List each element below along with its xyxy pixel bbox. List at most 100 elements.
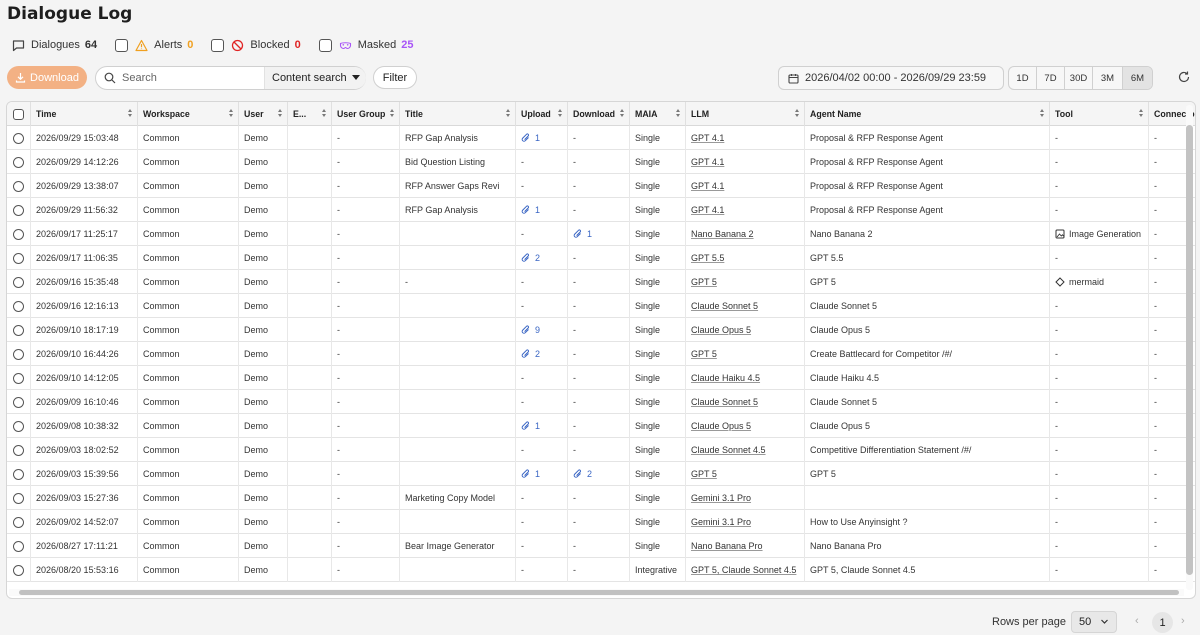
column-header-download[interactable]: Download — [568, 102, 630, 126]
sort-icon[interactable] — [1139, 109, 1144, 119]
cell-llm-text[interactable]: Claude Sonnet 5 — [691, 397, 758, 407]
cell-llm-text[interactable]: Claude Opus 5 — [691, 421, 751, 431]
table-row[interactable]: 2026/09/03 15:39:56 Common Demo - 1 2 Single GP… — [7, 462, 1195, 486]
table-row[interactable]: 2026/09/10 16:44:26 Common Demo - 2 - Single GP… — [7, 342, 1195, 366]
sort-icon[interactable] — [558, 109, 563, 119]
next-page-button[interactable]: › — [1181, 615, 1185, 627]
previous-page-button[interactable]: ‹ — [1135, 615, 1139, 627]
sort-icon[interactable] — [390, 109, 395, 119]
column-header-workspace[interactable]: Workspace — [138, 102, 239, 126]
cell-llm-text[interactable]: Claude Sonnet 4.5 — [691, 445, 766, 455]
cell-llm-text[interactable]: Nano Banana 2 — [691, 229, 754, 239]
filter-button[interactable]: Filter — [373, 66, 417, 89]
sort-icon[interactable] — [128, 109, 133, 119]
stat-blocked[interactable]: Blocked 0 — [211, 38, 301, 52]
column-header-agent-name[interactable]: Agent Name — [805, 102, 1050, 126]
table-row[interactable]: 2026/09/29 14:12:26 Common Demo - Bid Questi… — [7, 150, 1195, 174]
table-row[interactable]: 2026/09/17 11:06:35 Common Demo - 2 - Single GP… — [7, 246, 1195, 270]
column-header-e[interactable]: E... — [288, 102, 332, 126]
vertical-scrollbar-thumb[interactable] — [1186, 125, 1193, 575]
row-checkbox[interactable] — [13, 180, 24, 192]
row-checkbox[interactable] — [13, 228, 24, 240]
refresh-icon[interactable] — [1177, 70, 1191, 84]
cell-select[interactable] — [7, 126, 31, 150]
row-checkbox[interactable] — [13, 324, 24, 336]
blocked-checkbox[interactable] — [211, 38, 225, 52]
cell-llm-text[interactable]: GPT 5, Claude Sonnet 4.5 — [691, 565, 796, 575]
row-checkbox[interactable] — [13, 540, 24, 552]
cell-llm-text[interactable]: GPT 4.1 — [691, 205, 724, 215]
cell-select[interactable] — [7, 294, 31, 318]
cell-llm-text[interactable]: Gemini 3.1 Pro — [691, 493, 751, 503]
cell-llm-text[interactable]: GPT 5 — [691, 469, 717, 479]
range-6m[interactable]: 6M — [1123, 67, 1152, 89]
cell-select[interactable] — [7, 462, 31, 486]
column-header-title[interactable]: Title — [400, 102, 516, 126]
cell-select[interactable] — [7, 150, 31, 174]
cell-upload[interactable]: 1 — [516, 198, 568, 222]
table-row[interactable]: 2026/09/03 18:02:52 Common Demo - - - Single Cl… — [7, 438, 1195, 462]
row-checkbox[interactable] — [13, 492, 24, 504]
row-checkbox[interactable] — [13, 444, 24, 456]
cell-select[interactable] — [7, 342, 31, 366]
table-row[interactable]: 2026/09/16 15:35:48 Common Demo - - - - Single G… — [7, 270, 1195, 294]
stat-masked[interactable]: Masked 25 — [318, 38, 413, 52]
cell-select[interactable] — [7, 414, 31, 438]
row-checkbox[interactable] — [13, 396, 24, 408]
cell-upload[interactable]: 1 — [516, 462, 568, 486]
cell-select[interactable] — [7, 246, 31, 270]
table-row[interactable]: 2026/09/08 10:38:32 Common Demo - 1 - Single Cl… — [7, 414, 1195, 438]
range-1d[interactable]: 1D — [1009, 67, 1037, 89]
cell-upload[interactable]: 2 — [516, 246, 568, 270]
cell-select[interactable] — [7, 534, 31, 558]
table-row[interactable]: 2026/09/29 15:03:48 Common Demo - RFP Gap An… — [7, 126, 1195, 150]
stat-alerts[interactable]: Alerts 0 — [115, 38, 193, 52]
cell-select[interactable] — [7, 270, 31, 294]
row-checkbox[interactable] — [13, 372, 24, 384]
search-mode-select[interactable]: Content search — [264, 67, 366, 89]
sort-icon[interactable] — [795, 109, 800, 119]
cell-select[interactable] — [7, 510, 31, 534]
horizontal-scrollbar-thumb[interactable] — [19, 590, 1179, 595]
table-row[interactable]: 2026/09/09 16:10:46 Common Demo - - - Single Cl… — [7, 390, 1195, 414]
cell-select[interactable] — [7, 486, 31, 510]
cell-select[interactable] — [7, 174, 31, 198]
table-row[interactable]: 2026/09/10 14:12:05 Common Demo - - - Single Cl… — [7, 366, 1195, 390]
cell-upload[interactable]: 2 — [516, 342, 568, 366]
horizontal-scrollbar[interactable] — [9, 589, 1184, 596]
current-page-button[interactable]: 1 — [1152, 612, 1173, 633]
range-3m[interactable]: 3M — [1093, 67, 1123, 89]
range-30d[interactable]: 30D — [1065, 67, 1093, 89]
cell-select[interactable] — [7, 222, 31, 246]
sort-icon[interactable] — [322, 109, 327, 119]
column-header-select[interactable] — [7, 102, 31, 126]
table-row[interactable]: 2026/08/20 15:53:16 Common Demo - - - Integrat… — [7, 558, 1195, 582]
row-checkbox[interactable] — [13, 156, 24, 168]
table-row[interactable]: 2026/09/02 14:52:07 Common Demo - - - Single Ge… — [7, 510, 1195, 534]
download-button[interactable]: Download — [7, 66, 87, 89]
masked-checkbox[interactable] — [318, 38, 332, 52]
cell-download[interactable]: 1 — [568, 222, 630, 246]
sort-icon[interactable] — [676, 109, 681, 119]
cell-llm-text[interactable]: GPT 5 — [691, 277, 717, 287]
alerts-checkbox[interactable] — [115, 38, 129, 52]
cell-llm-text[interactable]: Claude Haiku 4.5 — [691, 373, 760, 383]
date-range-picker[interactable]: 2026/04/02 00:00 - 2026/09/29 23:59 — [778, 66, 1004, 90]
cell-llm-text[interactable]: GPT 4.1 — [691, 157, 724, 167]
row-checkbox[interactable] — [13, 276, 24, 288]
column-header-upload[interactable]: Upload — [516, 102, 568, 126]
cell-select[interactable] — [7, 390, 31, 414]
table-row[interactable]: 2026/09/29 11:56:32 Common Demo - RFP Gap An… — [7, 198, 1195, 222]
sort-icon[interactable] — [278, 109, 283, 119]
cell-select[interactable] — [7, 318, 31, 342]
cell-select[interactable] — [7, 438, 31, 462]
column-header-user[interactable]: User — [239, 102, 288, 126]
table-row[interactable]: 2026/09/10 18:17:19 Common Demo - 9 - Single Cl… — [7, 318, 1195, 342]
range-7d[interactable]: 7D — [1037, 67, 1065, 89]
select-all-checkbox[interactable] — [13, 108, 24, 120]
column-header-maia[interactable]: MAIA — [630, 102, 686, 126]
row-checkbox[interactable] — [13, 300, 24, 312]
cell-llm-text[interactable]: Claude Opus 5 — [691, 325, 751, 335]
cell-select[interactable] — [7, 366, 31, 390]
table-row[interactable]: 2026/09/29 13:38:07 Common Demo - RFP Answer… — [7, 174, 1195, 198]
